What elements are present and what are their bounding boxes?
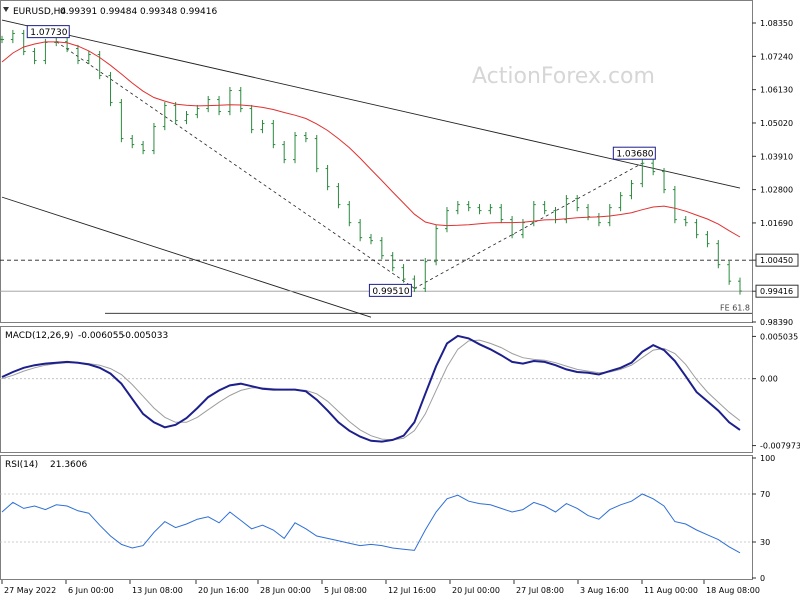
macd-tick-label: 0.00: [760, 375, 778, 384]
rsi-line: [1, 493, 741, 554]
price-tick-label: 1.06130: [760, 86, 793, 95]
channel-lower-line: [1, 196, 372, 318]
price-low: 0.99348: [140, 7, 177, 17]
dropdown-arrow-icon[interactable]: [3, 7, 9, 12]
x-tick-label: 18 Aug 08:00: [706, 586, 760, 595]
rsi-tick-label: 100: [760, 454, 775, 463]
price-close: 0.99416: [180, 7, 217, 17]
rsi-value: 21.3606: [50, 460, 87, 470]
macd-value: -0.006055: [78, 331, 124, 341]
rsi-header: RSI(14) 21.3606: [5, 460, 87, 470]
x-tick-label: 20 Jun 16:00: [198, 586, 249, 595]
price-tick-label: 1.07240: [760, 52, 793, 61]
macd-header: MACD(12,26,9) -0.006055 -0.005033: [5, 331, 168, 341]
x-tick-label: 28 Jun 00:00: [260, 586, 311, 595]
annotation-label: 1.07730: [30, 28, 67, 38]
macd-panel: [0, 326, 753, 453]
price-panel: [0, 0, 753, 323]
price-tick-label: 1.00450: [760, 256, 793, 265]
x-tick-label: 5 Jul 08:00: [324, 586, 367, 595]
price-tick-label: 1.05020: [760, 119, 793, 128]
macd-signal-line: [1, 339, 741, 441]
price-title: EURUSD,H4: [13, 7, 66, 17]
rsi-tick-label: 30: [760, 538, 770, 547]
rsi-panel: [0, 455, 753, 580]
macd-tick-label: -0.007973: [760, 442, 800, 451]
x-tick-label: 27 May 2022: [4, 586, 56, 595]
fe-level-label: FE 61.8: [720, 303, 750, 312]
price-header: EURUSD,H4 0.99391 0.99484 0.99348 0.9941…: [3, 7, 217, 17]
macd-tick-label: 0.005035: [760, 332, 798, 341]
price-open: 0.99391: [60, 7, 97, 17]
forex-chart: ActionForex.com EURUSD,H4 0.99391 0.9948…: [0, 0, 800, 595]
price-tick-label: 0.98390: [760, 318, 793, 327]
price-tick-label: 0.99416: [760, 287, 793, 296]
x-tick-label: 27 Jul 08:00: [516, 586, 564, 595]
x-tick-label: 6 Jun 00:00: [68, 586, 114, 595]
annotation-label: 1.03680: [616, 150, 653, 160]
x-tick-label: 12 Jul 16:00: [388, 586, 436, 595]
price-tick-label: 1.01690: [760, 219, 793, 228]
x-tick-label: 3 Aug 16:00: [580, 586, 629, 595]
watermark: ActionForex.com: [472, 64, 655, 89]
x-tick-label: 11 Aug 00:00: [644, 586, 698, 595]
macd-line: [1, 334, 741, 443]
x-tick-label: 13 Jun 08:00: [132, 586, 183, 595]
rsi-tick-label: 70: [760, 490, 770, 499]
rsi-title: RSI(14): [5, 460, 38, 470]
annotation-label: 0.99510: [372, 287, 409, 297]
channel-upper-line: [1, 19, 741, 189]
rsi-tick-label: 0: [760, 574, 765, 583]
price-tick-label: 1.02800: [760, 186, 793, 195]
price-high: 0.99484: [100, 7, 137, 17]
price-tick-label: 1.08350: [760, 19, 793, 28]
macd-title: MACD(12,26,9): [5, 331, 73, 341]
signal-value: -0.005033: [122, 331, 168, 341]
x-tick-label: 20 Jul 00:00: [452, 586, 500, 595]
price-tick-label: 1.03910: [760, 152, 793, 161]
projection-line-0: [56, 41, 415, 289]
